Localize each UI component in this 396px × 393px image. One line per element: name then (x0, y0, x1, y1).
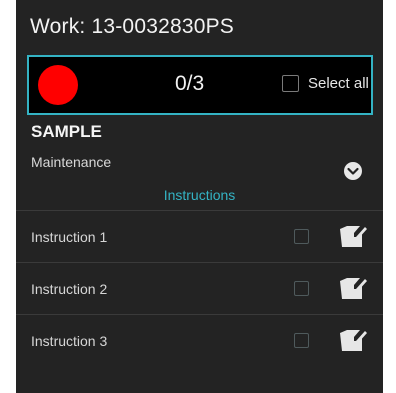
select-all-control[interactable]: Select all (282, 75, 369, 92)
pencil-note-icon (340, 278, 367, 299)
edit-button[interactable] (338, 223, 368, 251)
sample-title: SAMPLE (31, 122, 102, 141)
edit-button[interactable] (338, 275, 368, 303)
instruction-checkbox[interactable] (294, 281, 309, 296)
list-item: Instruction 3 (16, 314, 383, 366)
list-item: Instruction 1 (16, 210, 383, 262)
instruction-checkbox[interactable] (294, 333, 309, 348)
progress-count: 0/3 (175, 72, 205, 95)
instruction-label: Instruction 2 (31, 281, 108, 297)
select-all-label[interactable]: Select all (308, 75, 369, 92)
instructions-list: Instruction 1 Instruction 2 Instruction … (16, 210, 383, 366)
work-screen: Work: 13-0032830PS 0/3 Select all SAMPLE… (16, 0, 383, 393)
sample-subtitle: Maintenance (31, 154, 112, 170)
instructions-header: Instructions (163, 187, 236, 203)
progress-panel: 0/3 Select all (27, 55, 373, 115)
title-bar: Work: 13-0032830PS (16, 0, 383, 54)
instruction-label: Instruction 3 (31, 333, 108, 349)
instruction-checkbox[interactable] (294, 229, 309, 244)
select-all-checkbox[interactable] (282, 75, 299, 92)
pencil-note-icon (340, 330, 367, 351)
work-title: Work: 13-0032830PS (30, 15, 235, 38)
list-item: Instruction 2 (16, 262, 383, 314)
expand-button[interactable] (343, 161, 363, 181)
chevron-down-circle-icon (344, 162, 362, 180)
instruction-label: Instruction 1 (31, 229, 108, 245)
pencil-note-icon (340, 226, 367, 247)
edit-button[interactable] (338, 327, 368, 355)
status-indicator-dot (38, 65, 78, 105)
